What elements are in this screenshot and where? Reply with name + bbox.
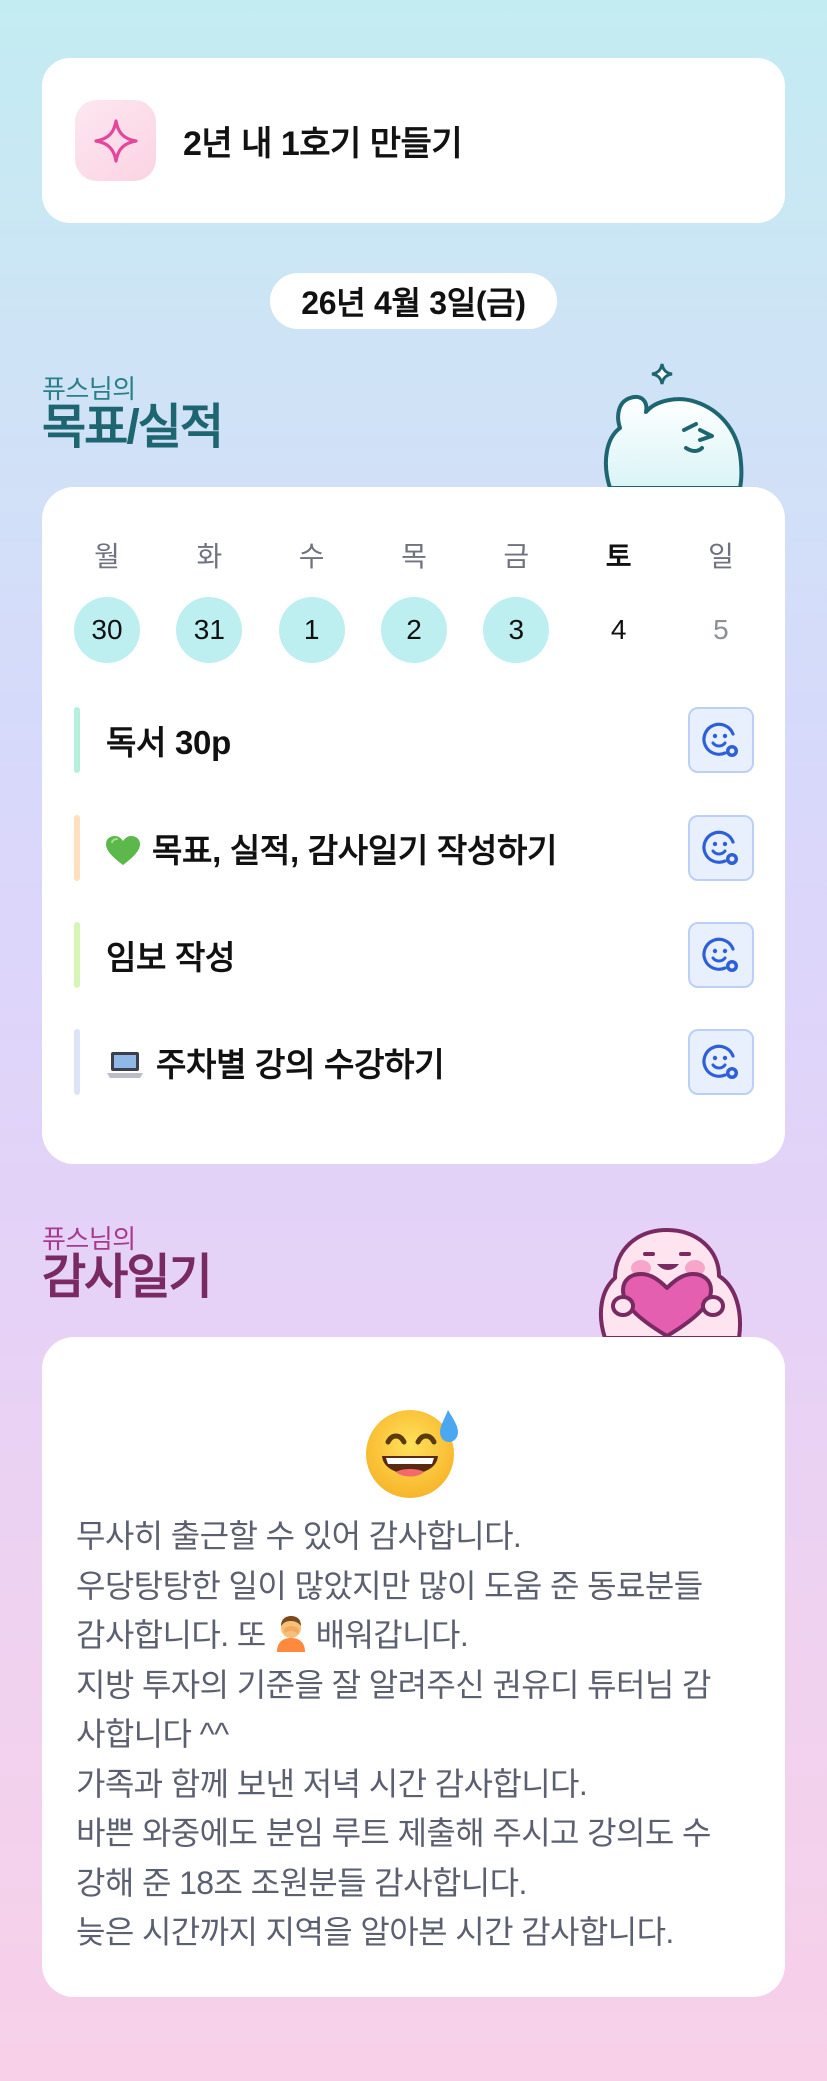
thanks-line: 감사합니다. 또 배워갑니다. [76, 1611, 766, 1661]
task-item[interactable]: 독서 30p [74, 707, 754, 773]
day-number[interactable]: 1 [278, 597, 345, 663]
goals-section-subtitle: 퓨스님의 [42, 374, 136, 404]
thanks-line: 강해 준 18조 조원분들 감사합니다. [76, 1864, 527, 1901]
thanks-line: 바쁜 와중에도 분임 루트 제출해 주시고 강의도 수 [76, 1815, 711, 1851]
day-tue[interactable]: 화 31 [176, 539, 243, 663]
day-mon[interactable]: 월 30 [74, 539, 140, 663]
grinning-sweat-emoji [364, 1402, 464, 1502]
smiley-check-icon [702, 937, 738, 972]
thanks-diary-text: 무사히 출근할 수 있어 감사합니다. 우당탕탕한 일이 많았지만 많이 도움 … [76, 1512, 766, 1958]
goal-card[interactable]: 2년 내 1호기 만들기 [42, 58, 785, 223]
day-sun[interactable]: 일 5 [688, 539, 754, 663]
task-item[interactable]: 주차별 강의 수강하기 [74, 1029, 754, 1095]
day-name: 일 [708, 541, 734, 572]
task-color-bar [74, 707, 80, 773]
thanks-section-header: 퓨스님의 감사일기 [42, 1224, 213, 1304]
date-pill[interactable]: 26년 4월 3일(금) [270, 273, 557, 329]
day-name: 토 [605, 541, 632, 572]
task-check-button[interactable] [688, 707, 754, 773]
thanks-section-title: 감사일기 [42, 1251, 213, 1304]
smiley-check-icon [702, 722, 738, 757]
day-number[interactable]: 3 [483, 597, 550, 663]
task-item[interactable]: 목표, 실적, 감사일기 작성하기 [74, 815, 754, 881]
day-number[interactable]: 30 [74, 597, 140, 663]
task-label: 독서 30p [106, 724, 231, 761]
day-name: 금 [503, 541, 530, 572]
task-color-bar [74, 1029, 80, 1095]
laptop-icon [107, 1052, 143, 1078]
thanks-line: 가족과 함께 보낸 저녁 시간 감사합니다. [76, 1765, 588, 1802]
thanks-line: 무사히 출근할 수 있어 감사합니다. [76, 1518, 522, 1554]
day-number[interactable]: 4 [586, 597, 652, 663]
day-wed[interactable]: 수 1 [278, 539, 345, 663]
day-number[interactable]: 2 [380, 597, 447, 663]
day-thu[interactable]: 목 2 [380, 539, 447, 663]
smiley-check-icon [702, 1044, 738, 1079]
day-name: 목 [401, 541, 427, 572]
day-name: 월 [94, 541, 120, 572]
day-number[interactable]: 5 [688, 597, 754, 663]
task-color-bar [74, 922, 80, 988]
day-name: 수 [298, 541, 325, 572]
thanks-section-subtitle: 퓨스님의 [42, 1224, 136, 1254]
task-check-button[interactable] [688, 815, 754, 881]
task-label: 목표, 실적, 감사일기 작성하기 [106, 824, 688, 872]
thanks-line: 우당탕탕한 일이 많았지만 많이 도움 준 동료분들 [76, 1567, 703, 1604]
day-sat[interactable]: 토 4 [586, 539, 652, 663]
thanks-line: 늦은 시간까지 지역을 알아본 시간 감사합니다. [76, 1914, 674, 1950]
task-check-button[interactable] [688, 1029, 754, 1095]
day-name: 화 [196, 541, 223, 572]
task-check-button[interactable] [688, 922, 754, 988]
goals-section-title: 목표/실적 [42, 401, 224, 454]
week-calendar: 월 30 화 31 수 1 목 2 금 3 토 4 일 5 [74, 539, 754, 663]
thanks-line: 사합니다 ^^ [76, 1716, 229, 1752]
task-label: 주차별 강의 수강하기 [106, 1038, 688, 1086]
task-label: 임보 작성 [106, 939, 236, 976]
task-color-bar [74, 815, 80, 881]
waving-mascot-icon [596, 358, 756, 490]
person-facepalming-emoji [276, 1616, 305, 1652]
day-number[interactable]: 31 [176, 597, 243, 663]
thanks-card[interactable]: 무사히 출근할 수 있어 감사합니다. 우당탕탕한 일이 많았지만 많이 도움 … [42, 1337, 785, 1997]
thanks-line: 지방 투자의 기준을 잘 알려주신 권유디 튜터님 감 [76, 1666, 711, 1703]
green-heart-icon [106, 836, 140, 865]
task-item[interactable]: 임보 작성 [74, 922, 754, 988]
sparkle-icon [75, 100, 156, 181]
smiley-check-icon [702, 830, 738, 865]
day-fri[interactable]: 금 3 [483, 539, 550, 663]
goals-section-header: 퓨스님의 목표/실적 [42, 374, 224, 454]
heart-mascot-icon [593, 1210, 758, 1340]
goal-title: 2년 내 1호기 만들기 [183, 125, 463, 163]
